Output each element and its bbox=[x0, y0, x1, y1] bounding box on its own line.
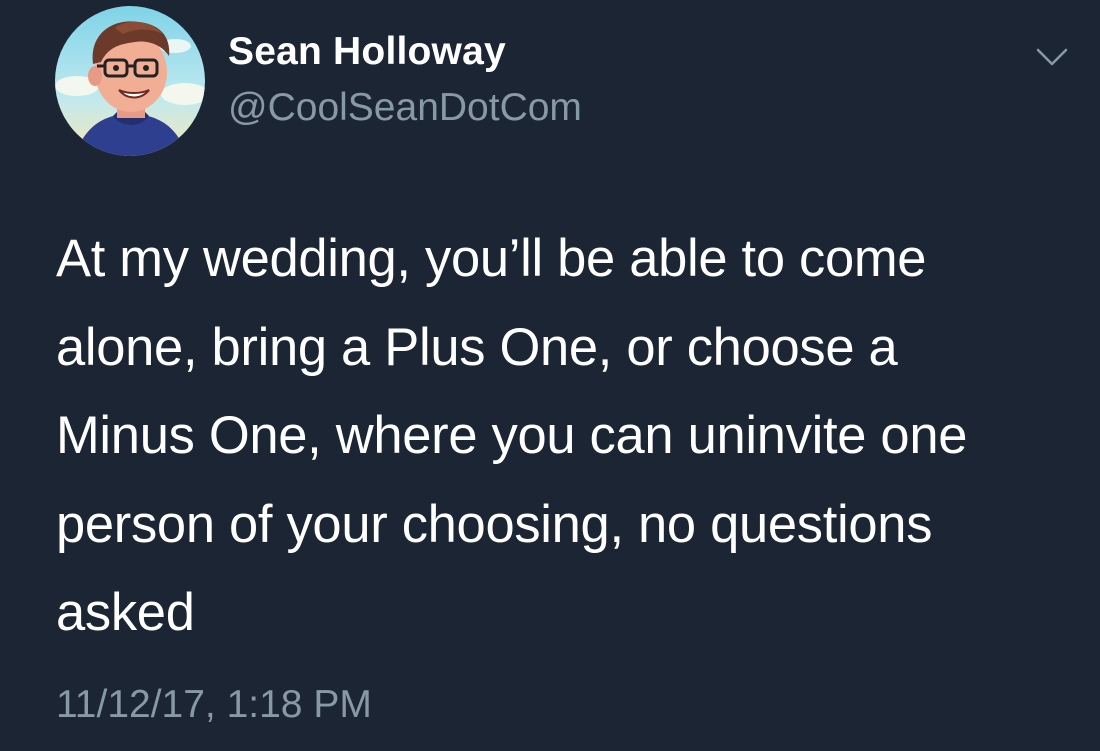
chevron-down-icon bbox=[1036, 48, 1068, 66]
display-name[interactable]: Sean Holloway bbox=[228, 30, 506, 74]
tweet-card: Sean Holloway @CoolSeanDotCom At my wedd… bbox=[0, 0, 1100, 751]
cartoon-portrait-avatar bbox=[55, 6, 205, 156]
user-handle[interactable]: @CoolSeanDotCom bbox=[228, 86, 582, 130]
tweet-text-line: Minus One, where you can uninvite one bbox=[56, 406, 968, 465]
tweet-text-line: asked bbox=[56, 583, 195, 642]
tweet-text-line: alone, bring a Plus One, or choose a bbox=[56, 317, 898, 377]
tweet-text-line: person of your choosing, no questions bbox=[56, 494, 933, 554]
tweet-text: At my wedding, you’ll be able to come al… bbox=[56, 215, 1076, 658]
tweet-timestamp[interactable]: 11/12/17, 1:18 PM bbox=[56, 683, 372, 727]
tweet-menu-button[interactable] bbox=[1030, 38, 1074, 74]
avatar[interactable] bbox=[55, 6, 205, 156]
tweet-text-line: At my wedding, you’ll be able to come bbox=[56, 229, 927, 288]
